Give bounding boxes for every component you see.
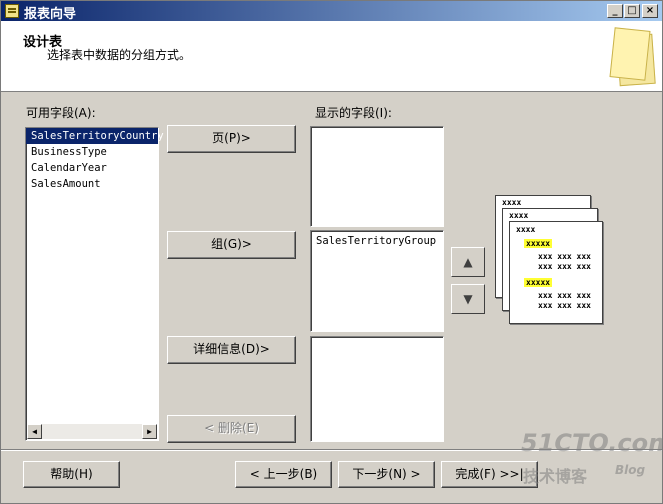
list-item[interactable]: SalesTerritoryCountry [26, 128, 164, 144]
page-subtitle: 选择表中数据的分组方式。 [47, 48, 192, 62]
watermark-line1: 51CTO.com [521, 429, 663, 457]
watermark-line3: Blog [615, 463, 646, 477]
wizard-header: 设计表 选择表中数据的分组方式。 [1, 21, 662, 92]
details-button[interactable]: 详细信息(D)> [167, 336, 296, 364]
list-item[interactable]: SalesTerritoryGroup [311, 233, 443, 249]
maximize-button[interactable]: □ [624, 4, 640, 18]
report-page-icon [609, 27, 651, 81]
detail-fields-list[interactable] [310, 336, 444, 442]
wizard-app-icon [5, 4, 19, 18]
preview-header-text: xxxx [516, 225, 536, 234]
page-fields-list[interactable] [310, 126, 444, 227]
scroll-right-icon[interactable]: ▶ [142, 424, 157, 439]
horizontal-scrollbar[interactable]: ◀ ▶ [27, 424, 157, 439]
remove-button[interactable]: < 删除(E) [167, 415, 296, 443]
displayed-fields-label: 显示的字段(I): [315, 106, 392, 120]
next-button[interactable]: 下一步(N) > [338, 461, 435, 488]
minimize-button[interactable]: _ [607, 4, 623, 18]
list-item[interactable]: BusinessType [26, 144, 158, 160]
preview-row: xxx xxx xxx [538, 291, 591, 300]
available-fields-label: 可用字段(A): [26, 106, 96, 120]
page-button[interactable]: 页(P)> [167, 125, 296, 153]
report-wizard-window: 报表向导 _ □ × 设计表 选择表中数据的分组方式。 可用字段(A): Sal… [0, 0, 663, 504]
title-bar: 报表向导 _ □ × [1, 1, 662, 22]
help-button[interactable]: 帮助(H) [23, 461, 120, 488]
watermark-logo: 51CTO.com 技术博客 Blog [521, 429, 663, 495]
layout-preview-page-3: xxxx xxxxx xxx xxx xxx xxx xxx xxx xxxxx… [509, 221, 603, 324]
group-button[interactable]: 组(G)> [167, 231, 296, 259]
window-title: 报表向导 [24, 7, 77, 22]
list-item[interactable]: CalendarYear [26, 160, 158, 176]
move-down-icon[interactable]: ▼ [451, 284, 485, 314]
list-item[interactable]: SalesAmount [26, 176, 158, 192]
preview-row: xxx xxx xxx [538, 262, 591, 271]
back-button[interactable]: < 上一步(B) [235, 461, 332, 488]
preview-row: xxx xxx xxx [538, 252, 591, 261]
move-up-icon[interactable]: ▲ [451, 247, 485, 277]
watermark-line2: 技术博客 [523, 467, 588, 486]
available-fields-list[interactable]: SalesTerritoryCountry BusinessType Calen… [25, 127, 164, 441]
preview-header-text: xxxx [509, 211, 529, 220]
scroll-left-icon[interactable]: ◀ [27, 424, 42, 439]
close-button[interactable]: × [642, 4, 658, 18]
preview-row: xxx xxx xxx [538, 301, 591, 310]
preview-group-highlight: xxxxx [524, 239, 553, 248]
preview-group-highlight: xxxxx [524, 278, 553, 287]
preview-header-text: xxxx [502, 198, 522, 207]
group-fields-list[interactable]: SalesTerritoryGroup [310, 230, 444, 332]
